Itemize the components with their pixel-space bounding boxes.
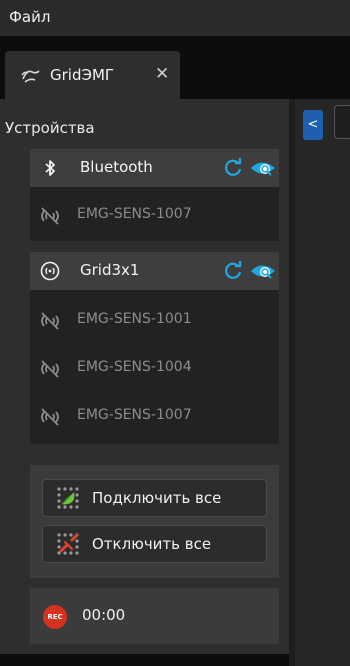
section-title: Устройства [5,119,95,137]
signal-off-icon [41,207,59,225]
menu-file[interactable]: Файл [9,8,50,26]
toolbar-frame[interactable] [334,105,350,139]
group-label: Bluetooth [80,158,153,176]
connect-all-button[interactable]: Подключить все [42,479,267,517]
connect-all-label: Подключить все [92,489,222,507]
scan-eye-icon[interactable] [250,158,276,178]
device-row[interactable]: EMG-SENS-1007 [30,394,279,438]
device-group-grid3x1: Grid3x1 EMG-SENS-1001 EMG-SENS-1004 EMG-… [30,252,279,444]
device-label: EMG-SENS-1007 [77,206,192,222]
device-group-bluetooth: Bluetooth EMG-SENS-1007 [30,149,279,241]
disconnect-grid-icon [57,533,79,555]
bottom-strip [0,654,289,666]
collapse-panel-button[interactable]: < [303,110,323,140]
disconnect-all-button[interactable]: Отключить все [42,525,267,563]
tab-title: GridЭМГ [50,66,115,84]
signal-off-icon [41,312,59,330]
device-label: EMG-SENS-1007 [77,407,192,423]
device-label: EMG-SENS-1001 [77,311,192,327]
refresh-icon[interactable] [222,157,244,179]
signal-off-icon [41,360,59,378]
connect-grid-icon [57,487,79,509]
signal-off-icon [41,408,59,426]
scan-eye-icon[interactable] [250,261,276,281]
device-row[interactable]: EMG-SENS-1001 [30,298,279,342]
recording-bar: REC 00:00 [30,588,279,644]
close-icon[interactable]: ✕ [155,64,169,84]
tab-strip: GridЭМГ ✕ [0,36,350,99]
recording-time: 00:00 [82,606,126,624]
menu-bar: Файл [0,0,350,36]
grid-signal-icon [40,261,60,281]
device-row[interactable]: EMG-SENS-1004 [30,346,279,390]
actions-panel: Подключить все Отключить все [30,465,279,578]
disconnect-all-label: Отключить все [92,535,212,553]
group-label: Grid3x1 [80,261,140,279]
record-button[interactable]: REC [43,605,67,629]
wave-hand-icon [21,70,40,83]
devices-panel: Устройства Bluetooth EMG-SENS-1007 Grid3… [0,99,289,654]
device-row[interactable]: EMG-SENS-1007 [30,193,279,237]
main-area: < [295,99,350,666]
device-label: EMG-SENS-1004 [77,359,192,375]
group-header[interactable]: Bluetooth [30,149,279,187]
group-header[interactable]: Grid3x1 [30,252,279,290]
bluetooth-icon [45,160,55,176]
refresh-icon[interactable] [222,260,244,282]
tab-gridemg[interactable]: GridЭМГ ✕ [5,51,180,99]
